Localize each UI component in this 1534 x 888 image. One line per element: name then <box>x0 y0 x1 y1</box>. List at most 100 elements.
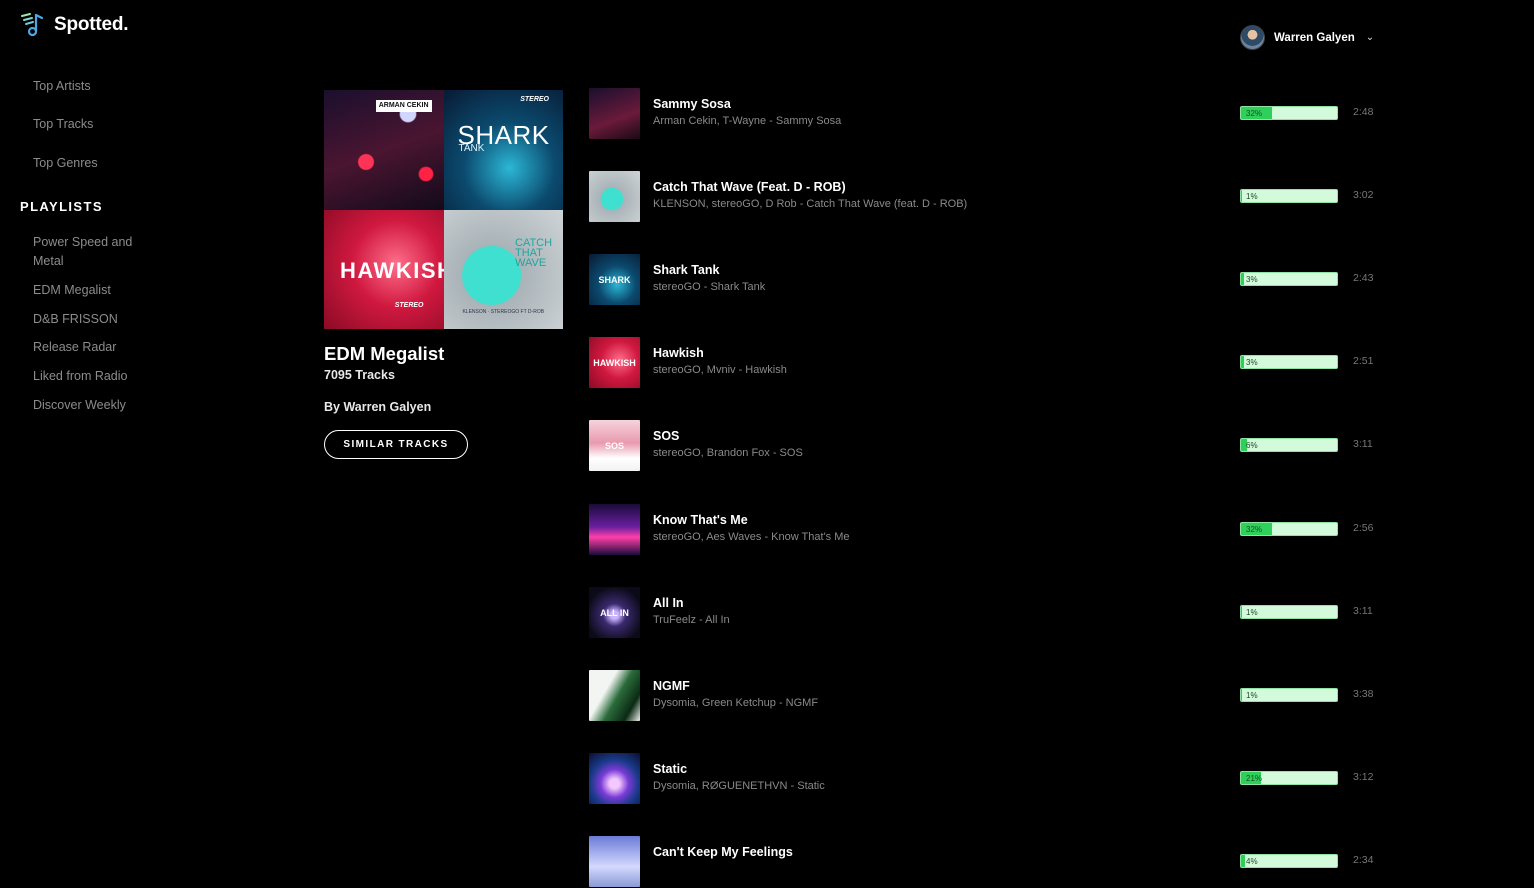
cover-tile-title: HAWKISH <box>340 257 444 283</box>
track-artists: stereoGO, Aes Waves - Know That's Me <box>653 531 850 543</box>
cover-tile-footer: KLENSON · STEREOGO FT D-ROB <box>462 309 545 315</box>
playlist-title: EDM Megalist <box>324 343 445 364</box>
track-title[interactable]: Can't Keep My Feelings <box>653 845 793 859</box>
app-logo[interactable]: Spotted. <box>20 12 129 38</box>
track-artists: stereoGO - Shark Tank <box>653 281 766 293</box>
sidebar-item-top-genres[interactable]: Top Genres <box>33 154 153 173</box>
track-title[interactable]: Sammy Sosa <box>653 97 731 111</box>
app-name: Spotted. <box>54 14 129 35</box>
track-duration: 3:11 <box>1353 438 1373 450</box>
user-name: Warren Galyen <box>1274 31 1355 44</box>
track-title[interactable]: All In <box>653 596 684 610</box>
track-row[interactable]: NGMF Dysomia, Green Ketchup - NGMF 1% 3:38 <box>589 670 1389 722</box>
popularity-label: 3% <box>1246 275 1258 284</box>
sidebar-item-release-radar[interactable]: Release Radar <box>33 338 153 357</box>
sidebar-item-edm-megalist[interactable]: EDM Megalist <box>33 281 153 300</box>
track-artwork <box>589 753 640 804</box>
track-artwork-text: ALL IN <box>600 607 629 618</box>
track-duration: 2:34 <box>1353 854 1374 866</box>
sidebar-item-power-speed-and-metal[interactable]: Power Speed and Metal <box>33 233 133 271</box>
user-menu[interactable]: Warren Galyen ⌄ <box>1240 25 1374 50</box>
track-title[interactable]: Catch That Wave (Feat. D - ROB) <box>653 180 846 194</box>
music-note-icon <box>21 13 44 37</box>
track-title[interactable]: NGMF <box>653 679 690 693</box>
track-row[interactable]: Catch That Wave (Feat. D - ROB) KLENSON, … <box>589 171 1389 223</box>
track-title[interactable]: Shark Tank <box>653 263 719 277</box>
track-duration: 3:11 <box>1353 605 1373 617</box>
track-row[interactable]: Can't Keep My Feelings 4% 2:34 <box>589 836 1389 888</box>
popularity-bar-fill <box>1241 606 1242 618</box>
track-duration: 2:48 <box>1353 106 1374 118</box>
popularity-label: 32% <box>1246 525 1263 534</box>
track-artwork: ALL IN <box>589 587 640 638</box>
track-title[interactable]: Know That's Me <box>653 513 748 527</box>
cover-tile-brand: STEREO <box>520 96 549 103</box>
popularity-bar: 3% <box>1240 272 1338 286</box>
popularity-bar: 6% <box>1240 438 1338 452</box>
track-artists: stereoGO, Brandon Fox - SOS <box>653 447 803 459</box>
popularity-label: 6% <box>1246 441 1258 450</box>
popularity-bar: 1% <box>1240 189 1338 203</box>
cover-tile-catch-that-wave: CATCH THAT WAVE KLENSON · STEREOGO FT D-… <box>443 209 563 329</box>
popularity-bar: 32% <box>1240 522 1338 536</box>
track-row[interactable]: Static Dysomia, RØGUENETHVN - Static 21% 3:… <box>589 753 1389 805</box>
sidebar-item-dnb-frisson[interactable]: D&B FRISSON <box>33 310 153 329</box>
cover-tile-label: ARMAN CEKIN <box>375 100 432 112</box>
track-title[interactable]: SOS <box>653 429 679 443</box>
track-artwork: SHARK <box>589 254 640 305</box>
track-artists: KLENSON, stereoGO, D Rob - Catch That Wa… <box>653 198 968 210</box>
popularity-bar: 1% <box>1240 688 1338 702</box>
track-row[interactable]: Sammy Sosa Arman Cekin, T-Wayne - Sammy S… <box>589 88 1389 140</box>
track-duration: 3:02 <box>1353 189 1374 201</box>
track-row[interactable]: ALL IN All In TruFeelz - All In 1% 3:11 <box>589 587 1389 639</box>
popularity-label: 4% <box>1246 857 1258 866</box>
track-artists: stereoGO, Mvniv - Hawkish <box>653 364 787 376</box>
track-artists: Dysomia, RØGUENETHVN - Static <box>653 780 825 792</box>
popularity-bar: 1% <box>1240 605 1338 619</box>
track-title[interactable]: Hawkish <box>653 346 704 360</box>
popularity-bar-fill <box>1241 356 1244 368</box>
popularity-bar-fill <box>1241 855 1245 867</box>
popularity-label: 3% <box>1246 358 1258 367</box>
track-duration: 2:51 <box>1353 355 1374 367</box>
track-title[interactable]: Static <box>653 762 687 776</box>
track-artwork: SOS <box>589 420 640 471</box>
playlists-heading: PLAYLISTS <box>20 199 103 214</box>
playlist-track-count: 7095 Tracks <box>324 368 395 382</box>
sidebar-item-top-artists[interactable]: Top Artists <box>33 77 153 96</box>
track-artwork-text: SHARK <box>598 274 631 285</box>
popularity-bar: 3% <box>1240 355 1338 369</box>
track-artwork <box>589 836 640 887</box>
popularity-bar-fill <box>1241 689 1242 701</box>
popularity-label: 1% <box>1246 192 1258 201</box>
popularity-label: 32% <box>1246 109 1263 118</box>
avatar <box>1240 25 1265 50</box>
similar-tracks-button[interactable]: SIMILAR TRACKS <box>324 430 468 459</box>
playlist-cover: ARMAN CEKIN STEREO SHARK TANK HAWKISH ST… <box>324 90 563 329</box>
sidebar-item-discover-weekly[interactable]: Discover Weekly <box>33 396 153 415</box>
popularity-bar-fill <box>1241 273 1244 285</box>
cover-tile-brand: STEREO <box>394 302 424 309</box>
track-row[interactable]: HAWKISH Hawkish stereoGO, Mvniv - Hawkish 3… <box>589 337 1389 389</box>
track-artwork: HAWKISH <box>589 337 640 388</box>
track-artists: Dysomia, Green Ketchup - NGMF <box>653 697 819 709</box>
sidebar-item-liked-from-radio[interactable]: Liked from Radio <box>33 367 153 386</box>
track-artwork <box>589 171 640 222</box>
chevron-down-icon: ⌄ <box>1365 32 1375 43</box>
cover-tile-title: CATCH THAT WAVE <box>515 236 553 269</box>
popularity-label: 1% <box>1246 691 1258 700</box>
popularity-label: 21% <box>1246 774 1263 783</box>
cover-tile-subtitle: TANK <box>458 143 485 154</box>
track-row[interactable]: SHARK Shark Tank stereoGO - Shark Tank 3% 2:… <box>589 254 1389 306</box>
track-artwork-text: SOS <box>604 440 625 451</box>
track-duration: 2:56 <box>1353 522 1374 534</box>
cover-tile-shark-tank: STEREO SHARK TANK <box>443 90 563 210</box>
track-artwork-text: HAWKISH <box>593 357 636 368</box>
sidebar-item-top-tracks[interactable]: Top Tracks <box>33 115 153 134</box>
track-row[interactable]: Know That's Me stereoGO, Aes Waves - Know… <box>589 504 1389 556</box>
cover-tile-sammy-sosa: ARMAN CEKIN <box>324 90 444 210</box>
track-row[interactable]: SOS SOS stereoGO, Brandon Fox - SOS 6% 3:11 <box>589 420 1389 472</box>
popularity-bar: 21% <box>1240 771 1338 785</box>
track-artwork <box>589 504 640 555</box>
track-artists: Arman Cekin, T-Wayne - Sammy Sosa <box>653 115 842 127</box>
